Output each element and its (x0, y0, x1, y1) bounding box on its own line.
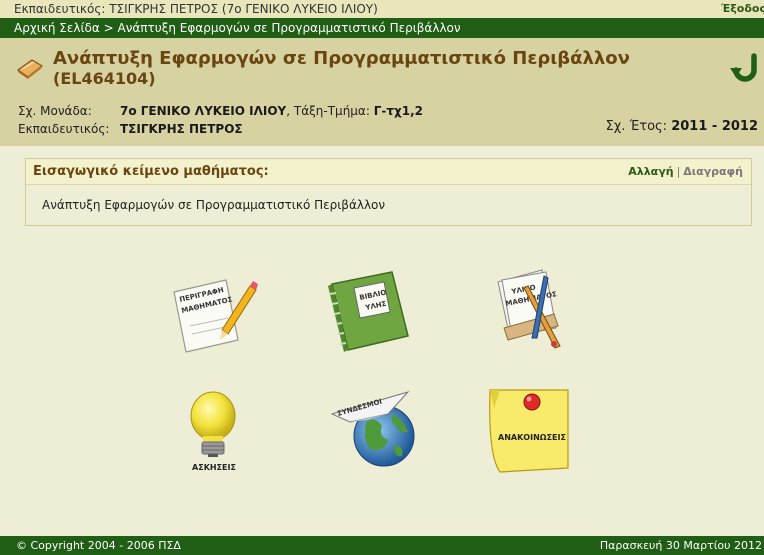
school-info: Σχ. Μονάδα: 7ο ΓΕΝΙΚΟ ΛΥΚΕΙΟ ΙΛΙΟΥ, Τάξη-… (18, 104, 423, 118)
breadcrumb-separator: > (99, 21, 118, 35)
sticky-note-icon: ΑΝΑΚΟΙΝΩΣΕΙΣ (489, 389, 569, 473)
teacher-label: Εκπαιδευτικός: (18, 122, 110, 136)
edit-intro-link[interactable]: Αλλαγή (628, 165, 673, 178)
class-value: Γ-τχ1,2 (373, 104, 423, 118)
course-book-icon (16, 56, 44, 84)
announcements-tile[interactable]: ΑΝΑΚΟΙΝΩΣΕΙΣ (486, 386, 574, 474)
page-title: Ανάπτυξη Εφαρμογών σε Προγραμματιστικό Π… (53, 48, 630, 69)
course-book-tile[interactable]: ΒΙΒΛΙΟ ΥΛΗΣ (326, 270, 414, 354)
school-name: 7ο ΓΕΝΙΚΟ ΛΥΚΕΙΟ ΙΛΙΟΥ (120, 104, 287, 118)
year-value: 2011 - 2012 (671, 119, 758, 134)
course-material-icon: ΥΛΙΚΟ ΜΑΘΗΜΑΤΟΣ (497, 269, 561, 349)
breadcrumb-current: Ανάπτυξη Εφαρμογών σε Προγραμματιστικό Π… (117, 21, 461, 35)
school-label: Σχ. Μονάδα: (18, 104, 92, 118)
intro-panel-header: Εισαγωγικό κείμενο μαθήματος: Αλλαγή | Δια… (26, 159, 751, 185)
current-date: Παρασκευή 30 Μαρτίου 2012 (599, 539, 762, 552)
top-user-bar: Εκπαιδευτικός: ΤΣΙΓΚΡΗΣ ΠΕΤΡΟΣ (7ο ΓΕΝΙΚ… (0, 0, 764, 18)
tile-label-announcements: ΑΝΑΚΟΙΝΩΣΕΙΣ (498, 433, 566, 442)
globe-icon: ΣΥΝΔΕΣΜΟΙ (330, 391, 415, 467)
back-arrow-icon[interactable] (730, 52, 762, 86)
exercises-tile[interactable]: ΑΣΚΗΣΕΙΣ (182, 388, 246, 474)
links-tile[interactable]: ΣΥΝΔΕΣΜΟΙ (330, 390, 420, 468)
course-code: (EL464104) (53, 69, 156, 88)
logout-link[interactable]: Έξοδος (721, 2, 764, 15)
year-label: Σχ. Έτος: (605, 119, 672, 134)
school-year: Σχ. Έτος: 2011 - 2012 (606, 119, 758, 134)
book-icon: ΒΙΒΛΙΟ ΥΛΗΣ (328, 271, 409, 352)
class-label: , Τάξη-Τμήμα: (286, 104, 374, 118)
link-separator: | (676, 165, 681, 178)
intro-panel-title: Εισαγωγικό κείμενο μαθήματος: (33, 164, 269, 179)
course-material-tile[interactable]: ΥΛΙΚΟ ΜΑΘΗΜΑΤΟΣ (488, 268, 578, 354)
tile-label-exercises: ΑΣΚΗΣΕΙΣ (192, 463, 236, 472)
teacher-info: Εκπαιδευτικός: ΤΣΙΓΚΡΗΣ ΠΕΤΡΟΣ (18, 122, 243, 136)
intro-text-panel: Εισαγωγικό κείμενο μαθήματος: Αλλαγή | Δια… (25, 158, 752, 226)
copyright-text: © Copyright 2004 - 2006 ΠΣΔ (16, 539, 181, 552)
breadcrumb-home-link[interactable]: Αρχική Σελίδα (14, 21, 100, 35)
course-description-icon: ΠΕΡΙΓΡΑΦΗ ΜΑΘΗΜΑΤΟΣ (173, 279, 258, 353)
delete-intro-link[interactable]: Διαγραφή (683, 165, 743, 178)
breadcrumb: Αρχική Σελίδα > Ανάπτυξη Εφαρμογών σε Πρ… (0, 18, 764, 38)
footer: © Copyright 2004 - 2006 ΠΣΔ Παρασκευή 30… (0, 536, 764, 555)
teacher-name: ΤΣΙΓΚΡΗΣ ΠΕΤΡΟΣ (120, 122, 243, 136)
lightbulb-icon: ΑΣΚΗΣΕΙΣ (190, 391, 236, 472)
intro-text: Ανάπτυξη Εφαρμογών σε Προγραμματιστικό Π… (42, 198, 386, 212)
logged-in-user: Εκπαιδευτικός: ΤΣΙΓΚΡΗΣ ΠΕΤΡΟΣ (7ο ΓΕΝΙΚ… (14, 2, 378, 16)
course-description-tile[interactable]: ΠΕΡΙΓΡΑΦΗ ΜΑΘΗΜΑΤΟΣ (170, 278, 260, 356)
